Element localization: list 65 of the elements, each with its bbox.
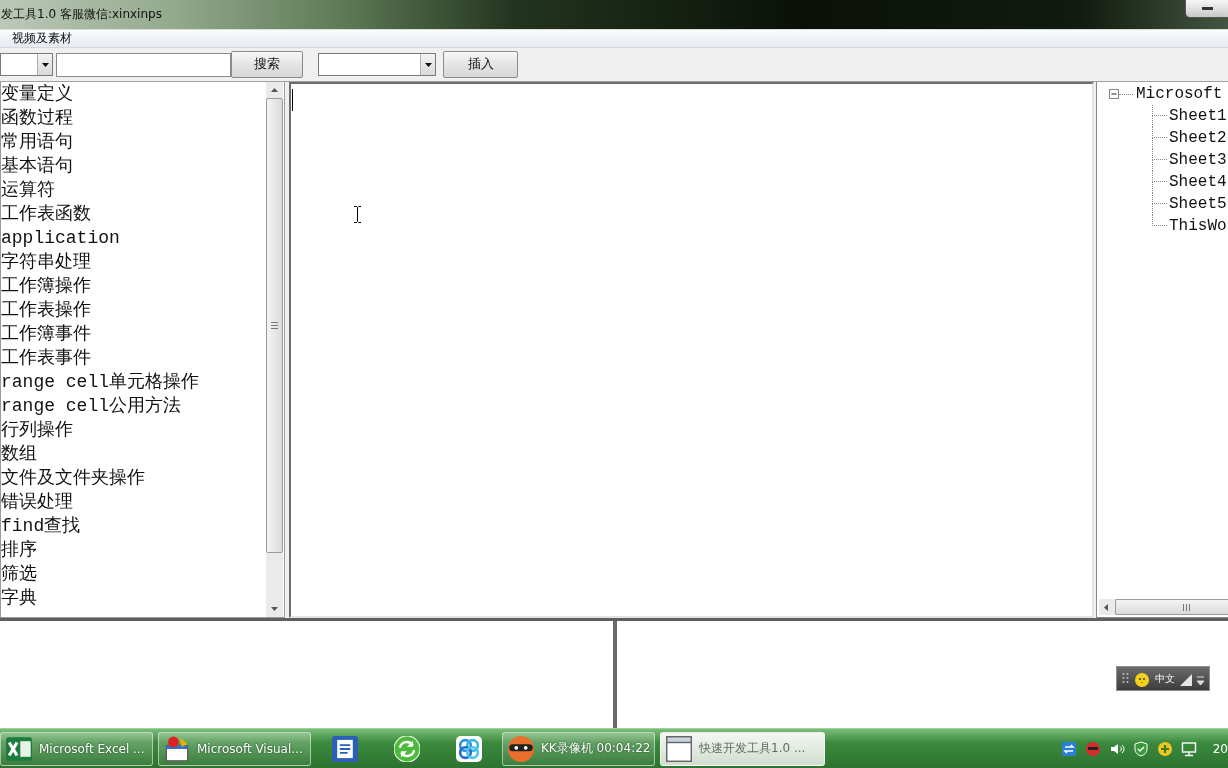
shield-icon[interactable] bbox=[1132, 740, 1149, 757]
smiley-icon bbox=[1134, 670, 1150, 687]
monitor-icon[interactable] bbox=[1180, 740, 1197, 757]
tree-item[interactable]: Sheet5 bbox=[1169, 194, 1227, 214]
caret-icon bbox=[424, 62, 432, 67]
list-item[interactable]: 工作簿事件 bbox=[1, 322, 93, 346]
list-item[interactable]: 字典 bbox=[1, 586, 39, 610]
clock[interactable]: 20 bbox=[1212, 741, 1228, 756]
list-item[interactable]: 函数过程 bbox=[1, 106, 75, 130]
tree-item[interactable]: Microsoft bbox=[1136, 84, 1223, 104]
list-item[interactable]: 行列操作 bbox=[1, 418, 75, 442]
list-item[interactable]: range cell公用方法 bbox=[1, 394, 184, 418]
list-item[interactable]: 文件及文件夹操作 bbox=[1, 466, 147, 490]
list-item[interactable]: 错误处理 bbox=[1, 490, 75, 514]
list-item[interactable]: 数组 bbox=[1, 442, 39, 466]
list-item[interactable]: application bbox=[1, 226, 122, 250]
no-entry-icon[interactable] bbox=[1084, 740, 1101, 757]
ime-label[interactable]: 中文 bbox=[1155, 672, 1175, 685]
list-item[interactable]: 工作簿操作 bbox=[1, 274, 93, 298]
dropdown[interactable] bbox=[318, 53, 436, 76]
tree-item[interactable]: Sheet2 bbox=[1169, 128, 1227, 148]
menu-item[interactable]: 视频及素材 bbox=[7, 31, 77, 46]
list-item[interactable]: 变量定义 bbox=[1, 82, 75, 106]
taskbar-button[interactable]: 快速开发工具1.0 ... bbox=[660, 731, 825, 766]
flower-icon bbox=[455, 735, 482, 762]
window-title: 发工具1.0 客服微信:xinxinps bbox=[0, 6, 162, 23]
list-item[interactable]: 筛选 bbox=[1, 562, 39, 586]
search-button[interactable]: 搜索 bbox=[231, 51, 303, 78]
list-item[interactable]: 排序 bbox=[1, 538, 39, 562]
grip-icon bbox=[271, 322, 278, 329]
caret-icon bbox=[41, 62, 49, 67]
search-field[interactable] bbox=[56, 52, 231, 77]
shapes-window-icon bbox=[164, 735, 190, 762]
list-item[interactable]: 工作表函数 bbox=[1, 202, 93, 226]
list-item[interactable]: find查找 bbox=[1, 514, 83, 538]
plus-icon[interactable] bbox=[1156, 740, 1173, 757]
dropdown[interactable] bbox=[0, 53, 53, 76]
tree-item[interactable]: ThisWo bbox=[1169, 216, 1227, 236]
list-item[interactable]: 基本语句 bbox=[1, 154, 75, 178]
down-arrow-icon bbox=[271, 607, 278, 611]
list-item[interactable]: 字符串处理 bbox=[1, 250, 93, 274]
left-arrow-icon bbox=[1104, 603, 1108, 611]
up-arrow-icon bbox=[271, 88, 278, 92]
grip-icon bbox=[1183, 603, 1190, 611]
window-icon bbox=[666, 735, 692, 762]
dots-grip-icon bbox=[1122, 671, 1129, 686]
spreadsheet-icon bbox=[6, 735, 32, 762]
square-arrows-icon[interactable] bbox=[1060, 740, 1077, 757]
tree-item[interactable]: Sheet4 bbox=[1169, 172, 1227, 192]
list-item[interactable]: range cell单元格操作 bbox=[1, 370, 202, 394]
collapse-icon[interactable] bbox=[1109, 89, 1119, 99]
text-caret-icon bbox=[292, 89, 293, 111]
masked-ball-icon bbox=[508, 735, 534, 762]
list-item[interactable]: 工作表操作 bbox=[1, 298, 93, 322]
list-item[interactable]: 常用语句 bbox=[1, 130, 75, 154]
tree-item[interactable]: Sheet1 bbox=[1169, 106, 1227, 126]
list-item[interactable]: 工作表事件 bbox=[1, 346, 93, 370]
ibeam-cursor-icon bbox=[353, 206, 362, 223]
document-icon bbox=[331, 735, 358, 762]
minimize-button[interactable] bbox=[1185, 0, 1228, 18]
tree-item[interactable]: Sheet3 bbox=[1169, 150, 1227, 170]
list-item[interactable]: 运算符 bbox=[1, 178, 57, 202]
circular-arrows-icon bbox=[393, 735, 420, 762]
minimize-icon bbox=[1201, 7, 1213, 10]
insert-button[interactable]: 插入 bbox=[443, 51, 518, 78]
